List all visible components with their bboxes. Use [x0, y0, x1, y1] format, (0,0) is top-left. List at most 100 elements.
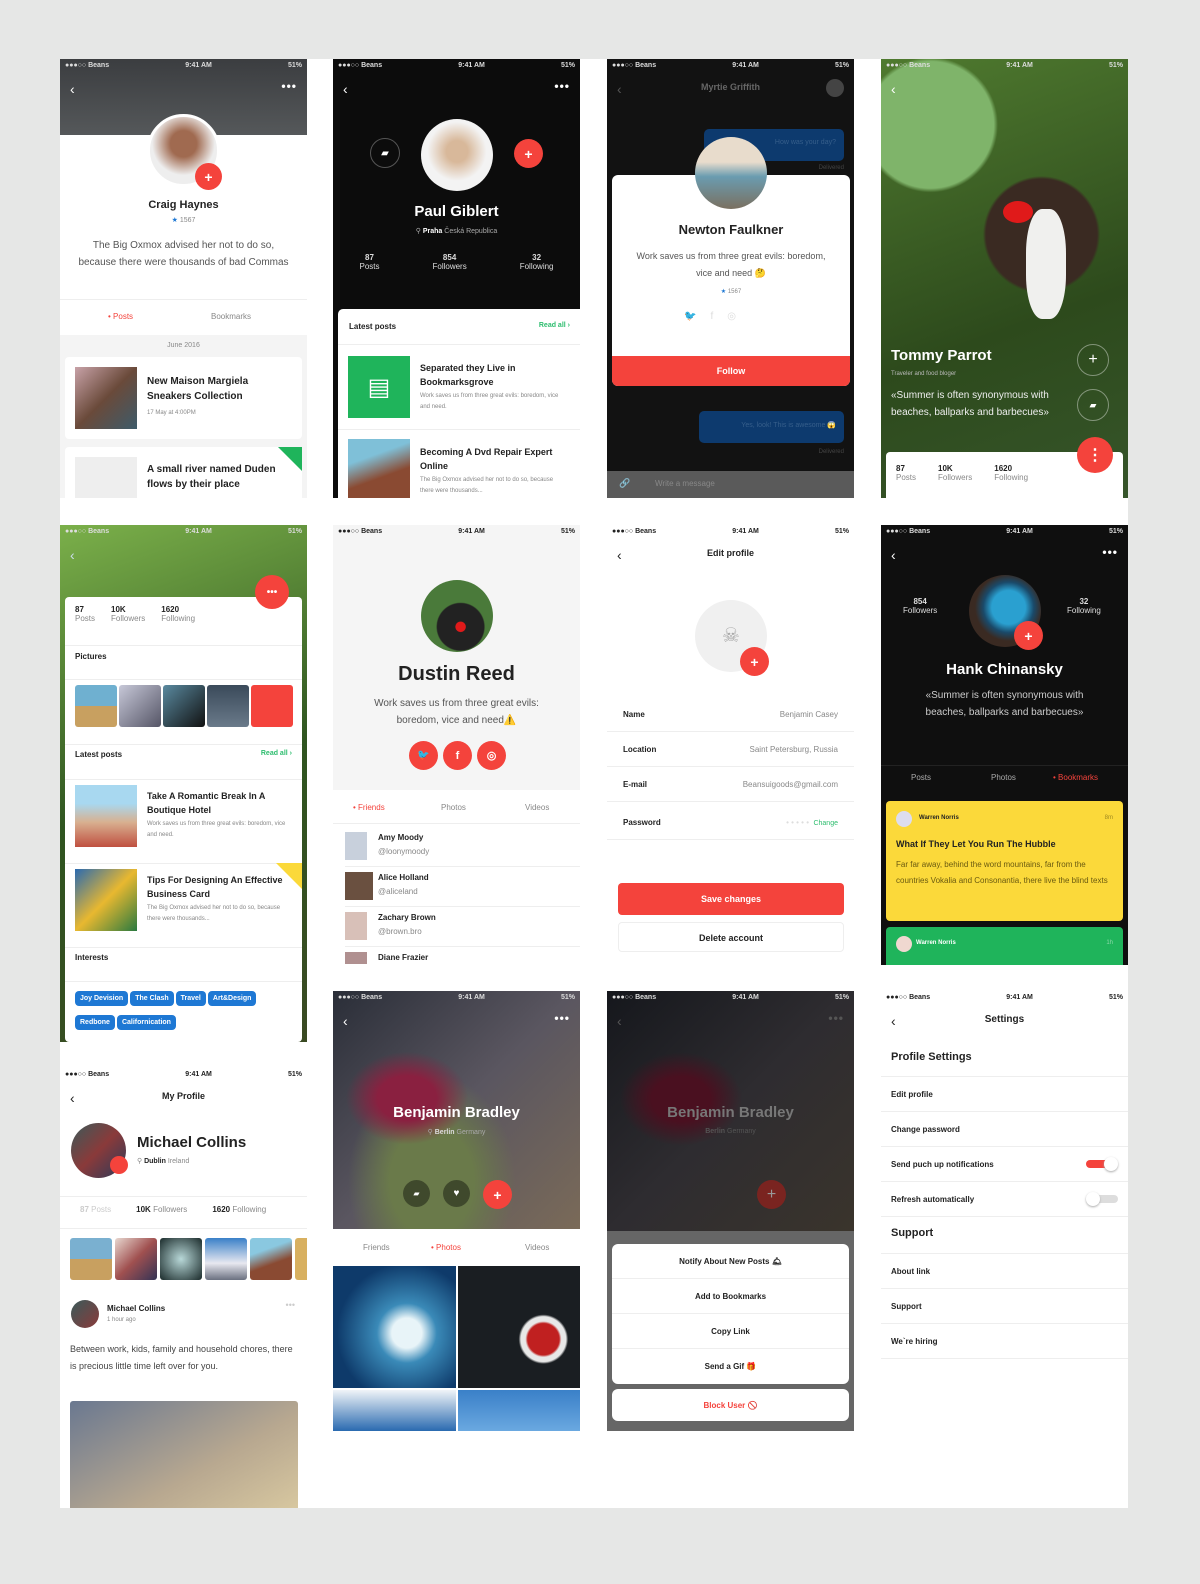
tab-posts[interactable]: • Posts	[108, 312, 133, 321]
menu-item-bookmark[interactable]: Add to Bookmarks	[612, 1279, 849, 1314]
tab-photos[interactable]: Photos	[441, 803, 466, 812]
back-icon[interactable]: ‹	[70, 81, 75, 97]
message-input-bar[interactable]: 🔗 Write a message	[607, 471, 854, 498]
attach-icon[interactable]: 🔗	[619, 478, 630, 489]
field-value[interactable]: Benjamin Casey	[780, 710, 838, 719]
stat-following[interactable]: 1620 Following	[212, 1205, 266, 1214]
facebook-icon[interactable]: f	[710, 311, 713, 322]
photo-car[interactable]	[458, 1266, 580, 1388]
read-all-link[interactable]: Read all ›	[539, 322, 570, 329]
interest-tag[interactable]: Californication	[116, 1015, 176, 1030]
stat-posts[interactable]: 87 Posts	[80, 1205, 111, 1214]
message-input[interactable]: Write a message	[655, 479, 715, 488]
photo[interactable]	[205, 1238, 247, 1280]
tab-friends[interactable]: Friends	[363, 1243, 390, 1252]
post-title[interactable]: Take A Romantic Break In A Boutique Hote…	[147, 789, 292, 817]
back-icon[interactable]: ‹	[343, 81, 348, 97]
save-changes-button[interactable]: Save changes	[618, 883, 844, 915]
picture[interactable]	[119, 685, 161, 727]
friend-item[interactable]: Zachary Brown @brown.bro	[345, 910, 580, 947]
block-user-button[interactable]: Block User 🚫	[612, 1389, 849, 1421]
interest-tag[interactable]: Travel	[175, 991, 206, 1006]
interest-tag[interactable]: Redbone	[75, 1015, 115, 1030]
stat-following[interactable]: 1620 Following	[161, 605, 195, 623]
back-icon[interactable]: ‹	[891, 547, 896, 563]
field-email[interactable]: E-mail Beansuigoods@gmail.com	[607, 767, 854, 802]
tab-bookmarks[interactable]: Bookmarks	[211, 312, 251, 321]
field-name[interactable]: Name Benjamin Casey	[607, 697, 854, 732]
stat-posts[interactable]: 87 Posts	[359, 253, 379, 271]
tab-friends[interactable]: • Friends	[353, 803, 385, 812]
photo[interactable]	[160, 1238, 202, 1280]
friend-item[interactable]: Alice Holland @aliceland	[345, 870, 580, 907]
camera-badge[interactable]	[110, 1156, 128, 1174]
interest-tag[interactable]: Joy Devision	[75, 991, 129, 1006]
settings-item-edit-profile[interactable]: Edit profile	[881, 1077, 1128, 1112]
stat-followers[interactable]: 854 Followers	[903, 597, 937, 615]
follow-plus-button[interactable]: +	[514, 139, 543, 168]
follow-plus-button[interactable]: +	[195, 163, 222, 190]
back-icon[interactable]: ‹	[343, 1013, 348, 1029]
more-icon[interactable]: •••	[554, 1011, 570, 1025]
back-icon[interactable]: ‹	[70, 547, 75, 563]
tab-photos[interactable]: Photos	[991, 773, 1016, 782]
settings-item-about[interactable]: About link	[881, 1254, 1128, 1289]
stat-following[interactable]: 32 Following	[520, 253, 554, 271]
bookmark-card[interactable]: Warren Norris 1h	[886, 927, 1123, 965]
post-title[interactable]: Separated they Live in Bookmarksgrove	[420, 361, 560, 389]
picture[interactable]	[75, 685, 117, 727]
photo[interactable]	[70, 1238, 112, 1280]
field-password[interactable]: Password • • • • • Change	[607, 805, 854, 840]
picture[interactable]	[251, 685, 293, 727]
instagram-icon[interactable]: ◎	[727, 311, 736, 322]
post-title[interactable]: Tips For Designing An Effective Business…	[147, 873, 292, 901]
menu-item-notify[interactable]: Notify About New Posts 🛎	[612, 1244, 849, 1279]
delete-account-button[interactable]: Delete account	[618, 922, 844, 952]
post-title[interactable]: Becoming A Dvd Repair Expert Online	[420, 445, 560, 473]
push-notifications-toggle[interactable]	[1086, 1157, 1118, 1171]
settings-item-hiring[interactable]: We`re hiring	[881, 1324, 1128, 1359]
instagram-button[interactable]: ◎	[477, 741, 506, 770]
friend-item[interactable]: Diane Frazier	[345, 950, 580, 965]
follow-plus-button[interactable]: +	[1014, 621, 1043, 650]
tab-photos[interactable]: • Photos	[431, 1243, 461, 1252]
add-button[interactable]: +	[1077, 344, 1109, 376]
stat-following[interactable]: 32 Following	[1067, 597, 1101, 615]
photo[interactable]	[250, 1238, 292, 1280]
stat-followers[interactable]: 10K Followers	[938, 464, 972, 490]
interest-tag[interactable]: Art&Design	[207, 991, 257, 1006]
menu-item-send-gif[interactable]: Send a Gif 🎁	[612, 1349, 849, 1384]
settings-item-support[interactable]: Support	[881, 1289, 1128, 1324]
more-fab-button[interactable]: ⋮	[1077, 437, 1113, 473]
tab-posts[interactable]: Posts	[911, 773, 931, 782]
read-all-link[interactable]: Read all ›	[261, 750, 292, 757]
change-password-link[interactable]: Change	[813, 820, 838, 827]
tab-videos[interactable]: Videos	[525, 1243, 549, 1252]
more-fab-button[interactable]: •••	[255, 575, 289, 609]
follow-plus-button[interactable]: +	[483, 1180, 512, 1209]
refresh-toggle[interactable]	[1086, 1192, 1118, 1206]
field-location[interactable]: Location Saint Petersburg, Russia	[607, 732, 854, 767]
stat-followers[interactable]: 854 Followers	[432, 253, 466, 271]
photo-wave[interactable]	[333, 1266, 456, 1388]
picture[interactable]	[163, 685, 205, 727]
like-button[interactable]: ♥	[443, 1180, 470, 1207]
chat-avatar[interactable]	[826, 79, 844, 97]
add-photo-button[interactable]: +	[740, 647, 769, 676]
tab-bookmarks[interactable]: • Bookmarks	[1053, 773, 1098, 782]
stat-following[interactable]: 1620 Following	[994, 464, 1028, 490]
more-icon[interactable]: •••	[1102, 545, 1118, 559]
back-icon[interactable]: ‹	[617, 1013, 622, 1029]
stat-followers[interactable]: 10K Followers	[136, 1205, 187, 1214]
post-more-icon[interactable]: •••	[286, 1300, 295, 1310]
message-button[interactable]: ▰	[370, 138, 400, 168]
friend-item[interactable]: Amy Moody @loonymoody	[345, 830, 580, 867]
more-icon[interactable]: •••	[828, 1011, 844, 1025]
picture[interactable]	[207, 685, 249, 727]
follow-button[interactable]: Follow	[612, 356, 850, 386]
bookmark-card[interactable]: Warren Norris 8m What If They Let You Ru…	[886, 801, 1123, 921]
menu-item-copy-link[interactable]: Copy Link	[612, 1314, 849, 1349]
stat-posts[interactable]: 87 Posts	[75, 605, 95, 623]
field-value[interactable]: Saint Petersburg, Russia	[750, 745, 839, 754]
interest-tag[interactable]: The Clash	[130, 991, 174, 1006]
